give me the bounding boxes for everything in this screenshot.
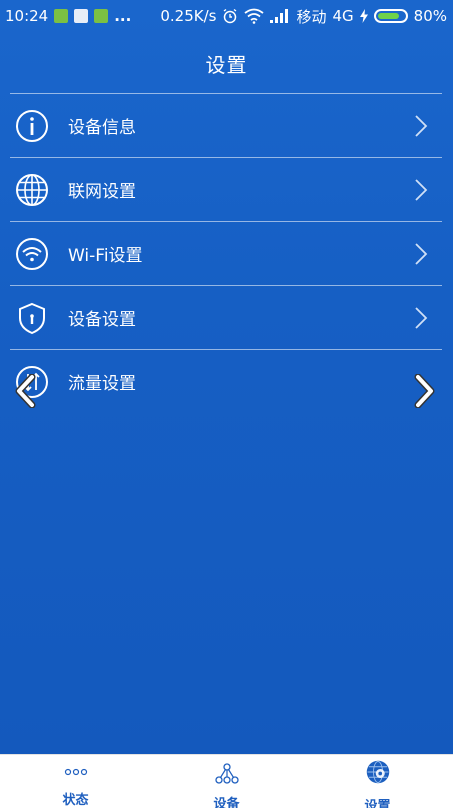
upload-notification-icon bbox=[94, 9, 109, 23]
status-bar-left: 10:24 ... bbox=[5, 7, 131, 25]
settings-menu: 设备信息 联网设置 Wi-Fi设置 设备设置 流量设置 bbox=[10, 93, 442, 413]
chevron-right-icon bbox=[415, 242, 428, 265]
menu-item-device-info[interactable]: 设备信息 bbox=[10, 93, 442, 157]
menu-item-network-settings[interactable]: 联网设置 bbox=[10, 157, 442, 221]
menu-item-label: Wi-Fi设置 bbox=[68, 246, 143, 266]
status-bar-right: 0.25K/s 移动 4G 80% bbox=[160, 6, 447, 27]
globe-icon bbox=[14, 172, 50, 208]
tab-status[interactable]: 状态 bbox=[0, 755, 151, 808]
menu-item-label: 流量设置 bbox=[68, 374, 136, 394]
next-page-arrow-icon[interactable] bbox=[410, 374, 438, 408]
tab-label: 设置 bbox=[364, 799, 391, 808]
settings-globe-icon bbox=[366, 760, 390, 787]
previous-page-arrow-icon[interactable] bbox=[12, 374, 40, 408]
tab-devices[interactable]: 设备 bbox=[151, 755, 302, 808]
bottom-tab-bar: 状态 设备 设置 bbox=[0, 754, 453, 808]
menu-item-traffic-settings[interactable]: 流量设置 bbox=[10, 349, 442, 413]
tab-label: 设备 bbox=[213, 797, 240, 808]
carrier-name: 移动 bbox=[296, 7, 327, 26]
more-notifications-icon: ... bbox=[114, 7, 132, 25]
network-type: 4G bbox=[332, 7, 354, 25]
wifi-icon bbox=[14, 236, 50, 272]
menu-item-label: 联网设置 bbox=[68, 182, 136, 202]
battery-icon bbox=[373, 9, 408, 23]
page-title: 设置 bbox=[205, 52, 248, 77]
menu-item-label: 设备信息 bbox=[68, 118, 136, 138]
dots-icon bbox=[64, 763, 88, 781]
battery-percent: 80% bbox=[413, 7, 447, 25]
menu-item-label: 设备设置 bbox=[68, 310, 136, 330]
tab-settings[interactable]: 设置 bbox=[302, 755, 453, 808]
network-speed: 0.25K/s bbox=[160, 7, 217, 25]
menu-item-wifi-settings[interactable]: Wi-Fi设置 bbox=[10, 221, 442, 285]
chevron-right-icon bbox=[415, 178, 428, 201]
charging-icon bbox=[359, 9, 368, 23]
sim-notification-icon bbox=[54, 9, 69, 23]
network-nodes-icon bbox=[214, 763, 239, 785]
signal-icon bbox=[270, 9, 289, 23]
info-icon bbox=[14, 108, 50, 144]
menu-item-device-settings[interactable]: 设备设置 bbox=[10, 285, 442, 349]
status-bar: 10:24 ... 0.25K/s 移动 4G 80% bbox=[0, 0, 453, 32]
settings-screen: 10:24 ... 0.25K/s 移动 4G 80% 设置 设备信息 联网设置… bbox=[0, 0, 453, 754]
chevron-right-icon bbox=[415, 306, 428, 329]
app-notification-icon bbox=[74, 9, 89, 23]
status-time: 10:24 bbox=[5, 7, 49, 25]
shield-icon bbox=[14, 300, 50, 336]
alarm-icon bbox=[224, 8, 237, 24]
chevron-right-icon bbox=[415, 114, 428, 137]
tab-label: 状态 bbox=[62, 793, 89, 808]
wifi-status-icon bbox=[244, 8, 265, 24]
